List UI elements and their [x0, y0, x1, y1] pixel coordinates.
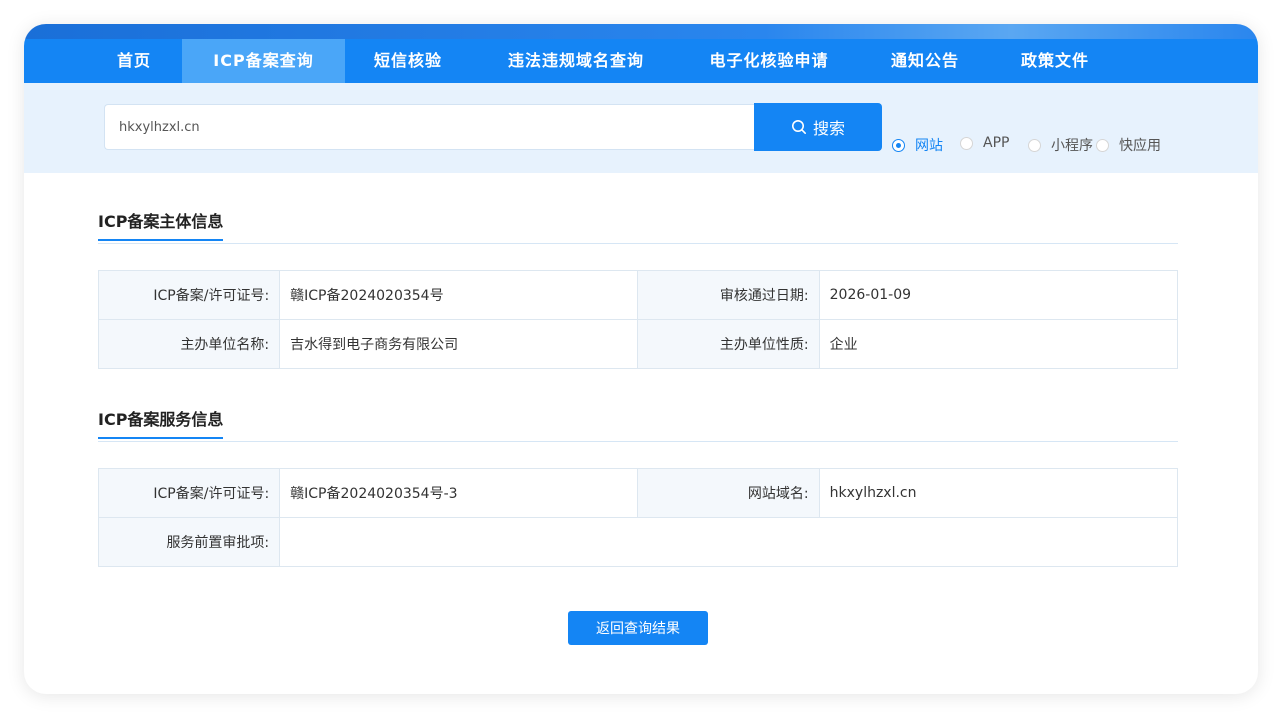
label-website-domain: 网站域名:: [637, 468, 820, 518]
nav-item-policy-docs[interactable]: 政策文件: [1008, 39, 1102, 83]
top-banner-strip: [24, 24, 1258, 39]
nav-item-electronic-verify-apply[interactable]: 电子化核验申请: [694, 39, 844, 83]
main-card: 首页 ICP备案查询 短信核验 违法违规域名查询 电子化核验申请 通知公告 政策…: [24, 24, 1258, 694]
radio-mini-program[interactable]: 小程序: [1028, 135, 1093, 155]
section-divider: [98, 243, 1178, 244]
radio-dot: [892, 138, 905, 152]
value-organizer-type: 企业: [818, 319, 1179, 369]
radio-label: 快应用: [1119, 138, 1161, 154]
value-service-license-no: 赣ICP备2024020354号-3: [279, 468, 639, 518]
table-row: ICP备案/许可证号: 赣ICP备2024020354号 审核通过日期: 202…: [97, 270, 1179, 320]
radio-website[interactable]: 网站: [892, 135, 943, 155]
radio-label: 网站: [915, 138, 943, 154]
radio-label: 小程序: [1051, 138, 1093, 154]
table-row: ICP备案/许可证号: 赣ICP备2024020354号-3 网站域名: hkx…: [97, 468, 1179, 518]
nav-item-notices[interactable]: 通知公告: [878, 39, 972, 83]
label-approval-date: 审核通过日期:: [637, 270, 820, 320]
search-button-label: 搜索: [812, 119, 845, 138]
label-organizer-name: 主办单位名称:: [97, 319, 281, 369]
search-button[interactable]: 搜索: [754, 103, 882, 151]
search-icon: [791, 120, 806, 134]
value-approval-date: 2026-01-09: [818, 270, 1179, 320]
radio-dot: [1028, 138, 1041, 152]
nav-item-home[interactable]: 首页: [98, 39, 170, 83]
section-divider: [98, 441, 1178, 442]
label-pre-approval: 服务前置审批项:: [97, 517, 281, 567]
radio-dot: [1096, 138, 1109, 152]
service-info-table: ICP备案/许可证号: 赣ICP备2024020354号-3 网站域名: hkx…: [97, 468, 1179, 567]
return-to-results-button[interactable]: 返回查询结果: [568, 611, 708, 645]
nav-item-illegal-domain-query[interactable]: 违法违规域名查询: [492, 39, 660, 83]
nav-item-sms-verify[interactable]: 短信核验: [358, 39, 458, 83]
table-row: 服务前置审批项:: [97, 517, 1178, 567]
radio-dot: [960, 136, 973, 150]
value-website-domain: hkxylhzxl.cn: [818, 468, 1179, 518]
radio-label: APP: [983, 135, 1010, 151]
search-band: 搜索 网站 APP 小程序 快应用: [24, 83, 1258, 173]
radio-quick-app[interactable]: 快应用: [1096, 135, 1161, 155]
label-service-license-no: ICP备案/许可证号:: [97, 468, 281, 518]
main-nav: 首页 ICP备案查询 短信核验 违法违规域名查询 电子化核验申请 通知公告 政策…: [24, 39, 1258, 83]
radio-app[interactable]: APP: [960, 135, 1009, 151]
value-organizer-name: 吉水得到电子商务有限公司: [279, 319, 639, 369]
nav-item-icp-query[interactable]: ICP备案查询: [182, 39, 345, 83]
search-input[interactable]: [104, 104, 754, 150]
label-organizer-type: 主办单位性质:: [637, 319, 820, 369]
section-title-service: ICP备案服务信息: [98, 406, 224, 439]
subject-info-table: ICP备案/许可证号: 赣ICP备2024020354号 审核通过日期: 202…: [97, 270, 1179, 369]
value-license-no: 赣ICP备2024020354号: [279, 270, 639, 320]
label-license-no: ICP备案/许可证号:: [97, 270, 281, 320]
table-row: 主办单位名称: 吉水得到电子商务有限公司 主办单位性质: 企业: [97, 319, 1179, 369]
section-title-subject: ICP备案主体信息: [98, 208, 224, 241]
value-pre-approval: [279, 517, 1178, 567]
